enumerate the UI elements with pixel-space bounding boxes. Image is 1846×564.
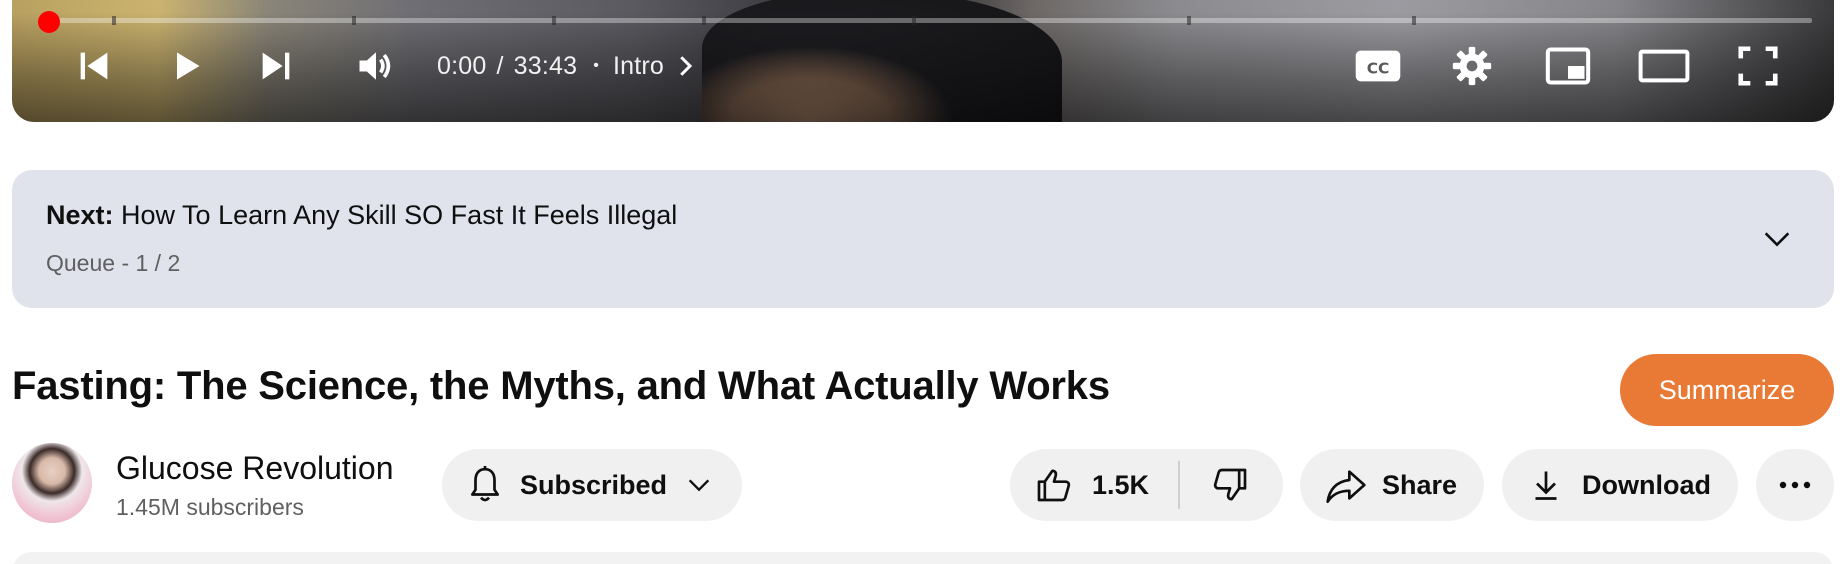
download-button[interactable]: Download xyxy=(1502,449,1738,521)
like-count: 1.5K xyxy=(1092,469,1150,500)
miniplayer-icon xyxy=(1545,47,1591,85)
fullscreen-button[interactable] xyxy=(1730,44,1786,88)
chevron-down-icon xyxy=(688,479,710,492)
closed-captions-icon: CC xyxy=(1355,50,1401,82)
time-display: 0:00 / 33:43 • Intro xyxy=(437,50,700,82)
chapter-label: Intro xyxy=(613,51,665,80)
share-arrow-icon xyxy=(1326,470,1366,503)
time-separator: / xyxy=(496,51,504,80)
summarize-button[interactable]: Summarize xyxy=(1620,354,1834,426)
next-video-title: How To Learn Any Skill SO Fast It Feels … xyxy=(121,200,678,230)
time-current: 0:00 xyxy=(437,51,487,80)
share-button[interactable]: Share xyxy=(1300,449,1484,521)
gear-icon xyxy=(1452,46,1492,86)
scrubber-handle[interactable] xyxy=(38,11,60,33)
channel-avatar[interactable] xyxy=(12,443,92,523)
subscribed-label: Subscribed xyxy=(520,469,668,500)
time-total: 33:43 xyxy=(513,51,578,80)
volume-button[interactable] xyxy=(348,44,404,88)
theater-mode-button[interactable] xyxy=(1632,44,1696,88)
dislike-button[interactable] xyxy=(1180,449,1280,521)
play-button[interactable] xyxy=(160,44,212,88)
skip-previous-icon xyxy=(80,52,108,80)
share-label: Share xyxy=(1382,469,1458,500)
chapter-marker xyxy=(702,16,706,25)
miniplayer-button[interactable] xyxy=(1540,44,1596,88)
previous-button[interactable] xyxy=(68,44,120,88)
chapter-marker xyxy=(1187,16,1191,25)
channel-name[interactable]: Glucose Revolution xyxy=(116,450,393,487)
description-panel[interactable] xyxy=(12,552,1834,564)
more-horizontal-icon xyxy=(1779,481,1811,489)
next-video-line: Next: How To Learn Any Skill SO Fast It … xyxy=(46,200,677,231)
like-button[interactable]: 1.5K xyxy=(1010,449,1178,521)
thumbs-down-icon xyxy=(1213,468,1247,501)
chapter-marker xyxy=(112,16,116,25)
progress-bar[interactable] xyxy=(40,18,1812,23)
captions-button[interactable]: CC xyxy=(1350,44,1406,88)
subscriber-count: 1.45M subscribers xyxy=(116,494,304,520)
download-label: Download xyxy=(1582,469,1711,500)
subscribed-button[interactable]: Subscribed xyxy=(442,449,742,521)
more-actions-button[interactable] xyxy=(1756,449,1834,521)
chapter-marker xyxy=(912,16,916,25)
theater-mode-icon xyxy=(1638,49,1690,83)
chapter-marker xyxy=(552,16,556,25)
skip-next-icon xyxy=(262,52,290,80)
queue-panel[interactable]: Next: How To Learn Any Skill SO Fast It … xyxy=(12,170,1834,308)
settings-button[interactable] xyxy=(1444,44,1500,88)
chevron-down-icon[interactable] xyxy=(1760,222,1794,256)
chapter-separator: • xyxy=(593,57,599,74)
chapter-marker xyxy=(352,16,356,25)
video-title: Fasting: The Science, the Myths, and Wha… xyxy=(12,364,1110,408)
next-label: Next: xyxy=(46,200,114,230)
fullscreen-icon xyxy=(1738,46,1778,86)
thumbs-up-icon xyxy=(1037,469,1071,502)
video-player[interactable]: 0:00 / 33:43 • Intro CC xyxy=(12,0,1834,122)
chapter-button[interactable]: Intro xyxy=(613,51,700,81)
svg-text:CC: CC xyxy=(1367,60,1390,78)
like-dislike-group: 1.5K xyxy=(1010,449,1283,521)
queue-position: Queue - 1 / 2 xyxy=(46,250,181,276)
chapter-marker xyxy=(1412,16,1416,25)
download-icon xyxy=(1535,471,1557,500)
next-button[interactable] xyxy=(250,44,302,88)
bell-icon xyxy=(470,466,500,502)
play-icon xyxy=(177,52,200,80)
chevron-right-icon xyxy=(680,56,693,76)
volume-icon xyxy=(359,52,391,80)
